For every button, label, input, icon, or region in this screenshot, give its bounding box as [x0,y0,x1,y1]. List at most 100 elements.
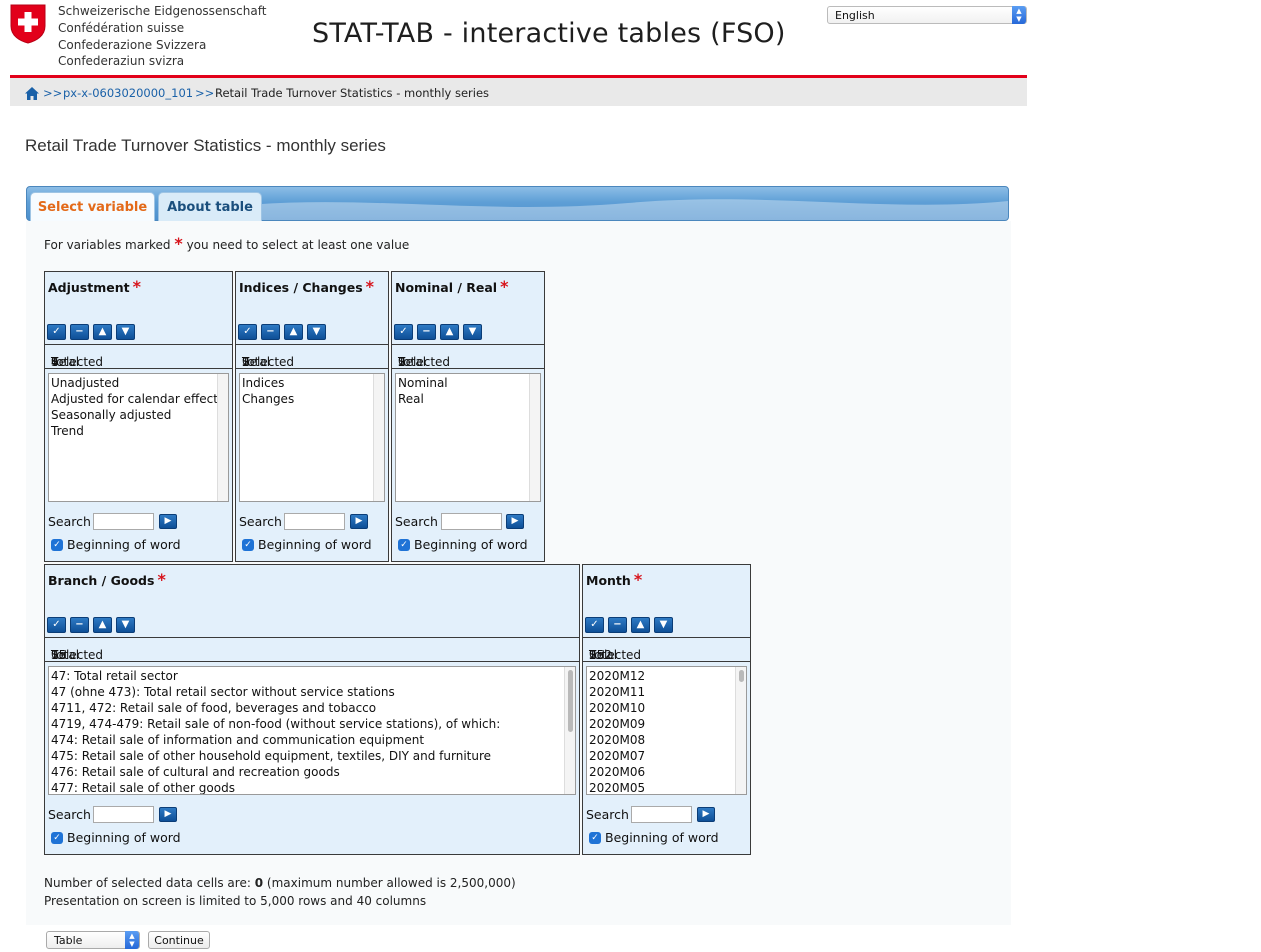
sort-ascending-icon[interactable]: ▲ [284,324,303,340]
list-item[interactable]: 47: Total retail sector [51,668,575,684]
search-go-icon[interactable]: ▶ [350,514,368,529]
variable-header: Adjustment * ✓ − ▲ ▼ [45,272,232,345]
beginning-of-word-label: Beginning of word [258,537,372,552]
selected-count: 0 [51,648,58,661]
variable-header: Month * ✓ − ▲ ▼ [583,565,750,638]
tab-select-variable[interactable]: Select variable [30,192,155,221]
listbox-scrollbar[interactable] [564,667,575,794]
value-listbox-nominal-real[interactable]: Nominal Real [395,373,541,502]
list-item[interactable]: 4711, 472: Retail sale of food, beverage… [51,700,575,716]
confederation-name-it: Confederazione Svizzera [58,37,207,52]
list-item[interactable]: 477: Retail sale of other goods [51,780,575,794]
tab-about-table[interactable]: About table [158,192,262,221]
select-all-icon[interactable]: ✓ [47,324,66,340]
sort-descending-icon[interactable]: ▼ [654,617,673,633]
beginning-of-word-checkbox[interactable]: ✓ [51,832,63,844]
required-note-before: For variables marked [44,238,171,252]
list-item[interactable]: Seasonally adjusted [51,407,228,423]
list-item[interactable]: Changes [242,391,384,407]
select-all-icon[interactable]: ✓ [47,617,66,633]
deselect-all-icon[interactable]: − [608,617,627,633]
beginning-of-word-checkbox[interactable]: ✓ [398,539,410,551]
confederation-name-fr: Confédération suisse [58,20,185,35]
list-item[interactable]: 475: Retail sale of other household equi… [51,748,575,764]
search-input[interactable] [631,806,692,823]
home-icon[interactable] [25,87,39,100]
list-item[interactable]: 2020M09 [589,716,746,732]
sort-descending-icon[interactable]: ▼ [463,324,482,340]
value-listbox-branch-goods[interactable]: 47: Total retail sector 47 (ohne 473): T… [48,666,576,795]
beginning-of-word-checkbox[interactable]: ✓ [51,539,63,551]
list-item[interactable]: 2020M12 [589,668,746,684]
scrollbar-thumb[interactable] [739,670,744,682]
value-listbox-adjustment[interactable]: Unadjusted Adjusted for calendar effects… [48,373,229,502]
required-asterisk-icon: * [132,277,141,296]
selection-count: Total 2 Selected 0 [392,345,544,369]
variable-box-month: Month * ✓ − ▲ ▼ Total 252 Selected 0 2020… [582,564,751,855]
list-item[interactable]: 2020M07 [589,748,746,764]
search-input[interactable] [441,513,502,530]
list-item[interactable]: Trend [51,423,228,439]
list-item[interactable]: 2020M11 [589,684,746,700]
variable-name: Nominal / Real * [395,277,509,296]
search-input[interactable] [93,806,154,823]
sort-ascending-icon[interactable]: ▲ [631,617,650,633]
deselect-all-icon[interactable]: − [261,324,280,340]
language-select[interactable]: English ▲ ▼ [827,6,1027,24]
selection-count: Total 2 Selected 0 [236,345,388,369]
select-all-icon[interactable]: ✓ [394,324,413,340]
search-label: Search [586,807,629,822]
value-listbox-indices-changes[interactable]: Indices Changes [239,373,385,502]
variable-box-indices-changes: Indices / Changes * ✓ − ▲ ▼ Total 2 Selec… [235,271,389,562]
sort-ascending-icon[interactable]: ▲ [93,617,112,633]
list-item[interactable]: Real [398,391,540,407]
sort-descending-icon[interactable]: ▼ [116,324,135,340]
list-item[interactable]: 2020M08 [589,732,746,748]
search-go-icon[interactable]: ▶ [697,807,715,822]
output-format-select[interactable]: Table ▲ ▼ [46,931,140,949]
breadcrumb-current: Retail Trade Turnover Statistics - month… [215,86,490,100]
search-go-icon[interactable]: ▶ [159,807,177,822]
listbox-scrollbar[interactable] [529,374,540,501]
list-item[interactable]: 2020M05 [589,780,746,794]
list-item[interactable]: Unadjusted [51,375,228,391]
sort-ascending-icon[interactable]: ▲ [440,324,459,340]
sort-ascending-icon[interactable]: ▲ [93,324,112,340]
required-note-after: you need to select at least one value [186,238,410,252]
select-all-icon[interactable]: ✓ [238,324,257,340]
deselect-all-icon[interactable]: − [70,617,89,633]
beginning-of-word-checkbox[interactable]: ✓ [589,832,601,844]
listbox-scrollbar[interactable] [735,667,746,794]
list-item[interactable]: Indices [242,375,384,391]
deselect-all-icon[interactable]: − [417,324,436,340]
output-format-value: Table [54,934,83,947]
list-item[interactable]: Adjusted for calendar effects [51,391,228,407]
language-select-value: English [835,9,875,22]
required-asterisk-icon: * [174,234,183,253]
list-item[interactable]: Nominal [398,375,540,391]
list-item[interactable]: 2020M06 [589,764,746,780]
value-listbox-month[interactable]: 2020M12 2020M11 2020M10 2020M09 2020M08 … [586,666,747,795]
search-go-icon[interactable]: ▶ [506,514,524,529]
search-go-icon[interactable]: ▶ [159,514,177,529]
breadcrumb-link-table[interactable]: px-x-0603020000_101 [63,86,193,100]
listbox-scrollbar[interactable] [217,374,228,501]
selected-cells-info: Number of selected data cells are: 0 (ma… [44,876,516,890]
search-input[interactable] [93,513,154,530]
beginning-of-word-checkbox[interactable]: ✓ [242,539,254,551]
listbox-scrollbar[interactable] [373,374,384,501]
list-item[interactable]: 47 (ohne 473): Total retail sector witho… [51,684,575,700]
deselect-all-icon[interactable]: − [70,324,89,340]
sort-descending-icon[interactable]: ▼ [307,324,326,340]
variable-box-adjustment: Adjustment * ✓ − ▲ ▼ Total 4 Selected 0 U… [44,271,233,562]
list-item[interactable]: 476: Retail sale of cultural and recreat… [51,764,575,780]
list-item[interactable]: 4719, 474-479: Retail sale of non-food (… [51,716,575,732]
scrollbar-thumb[interactable] [568,670,573,732]
search-input[interactable] [284,513,345,530]
selection-count: Total 15 Selected 0 [45,638,579,662]
list-item[interactable]: 2020M10 [589,700,746,716]
select-all-icon[interactable]: ✓ [585,617,604,633]
list-item[interactable]: 474: Retail sale of information and comm… [51,732,575,748]
sort-descending-icon[interactable]: ▼ [116,617,135,633]
continue-button[interactable]: Continue [148,931,210,949]
